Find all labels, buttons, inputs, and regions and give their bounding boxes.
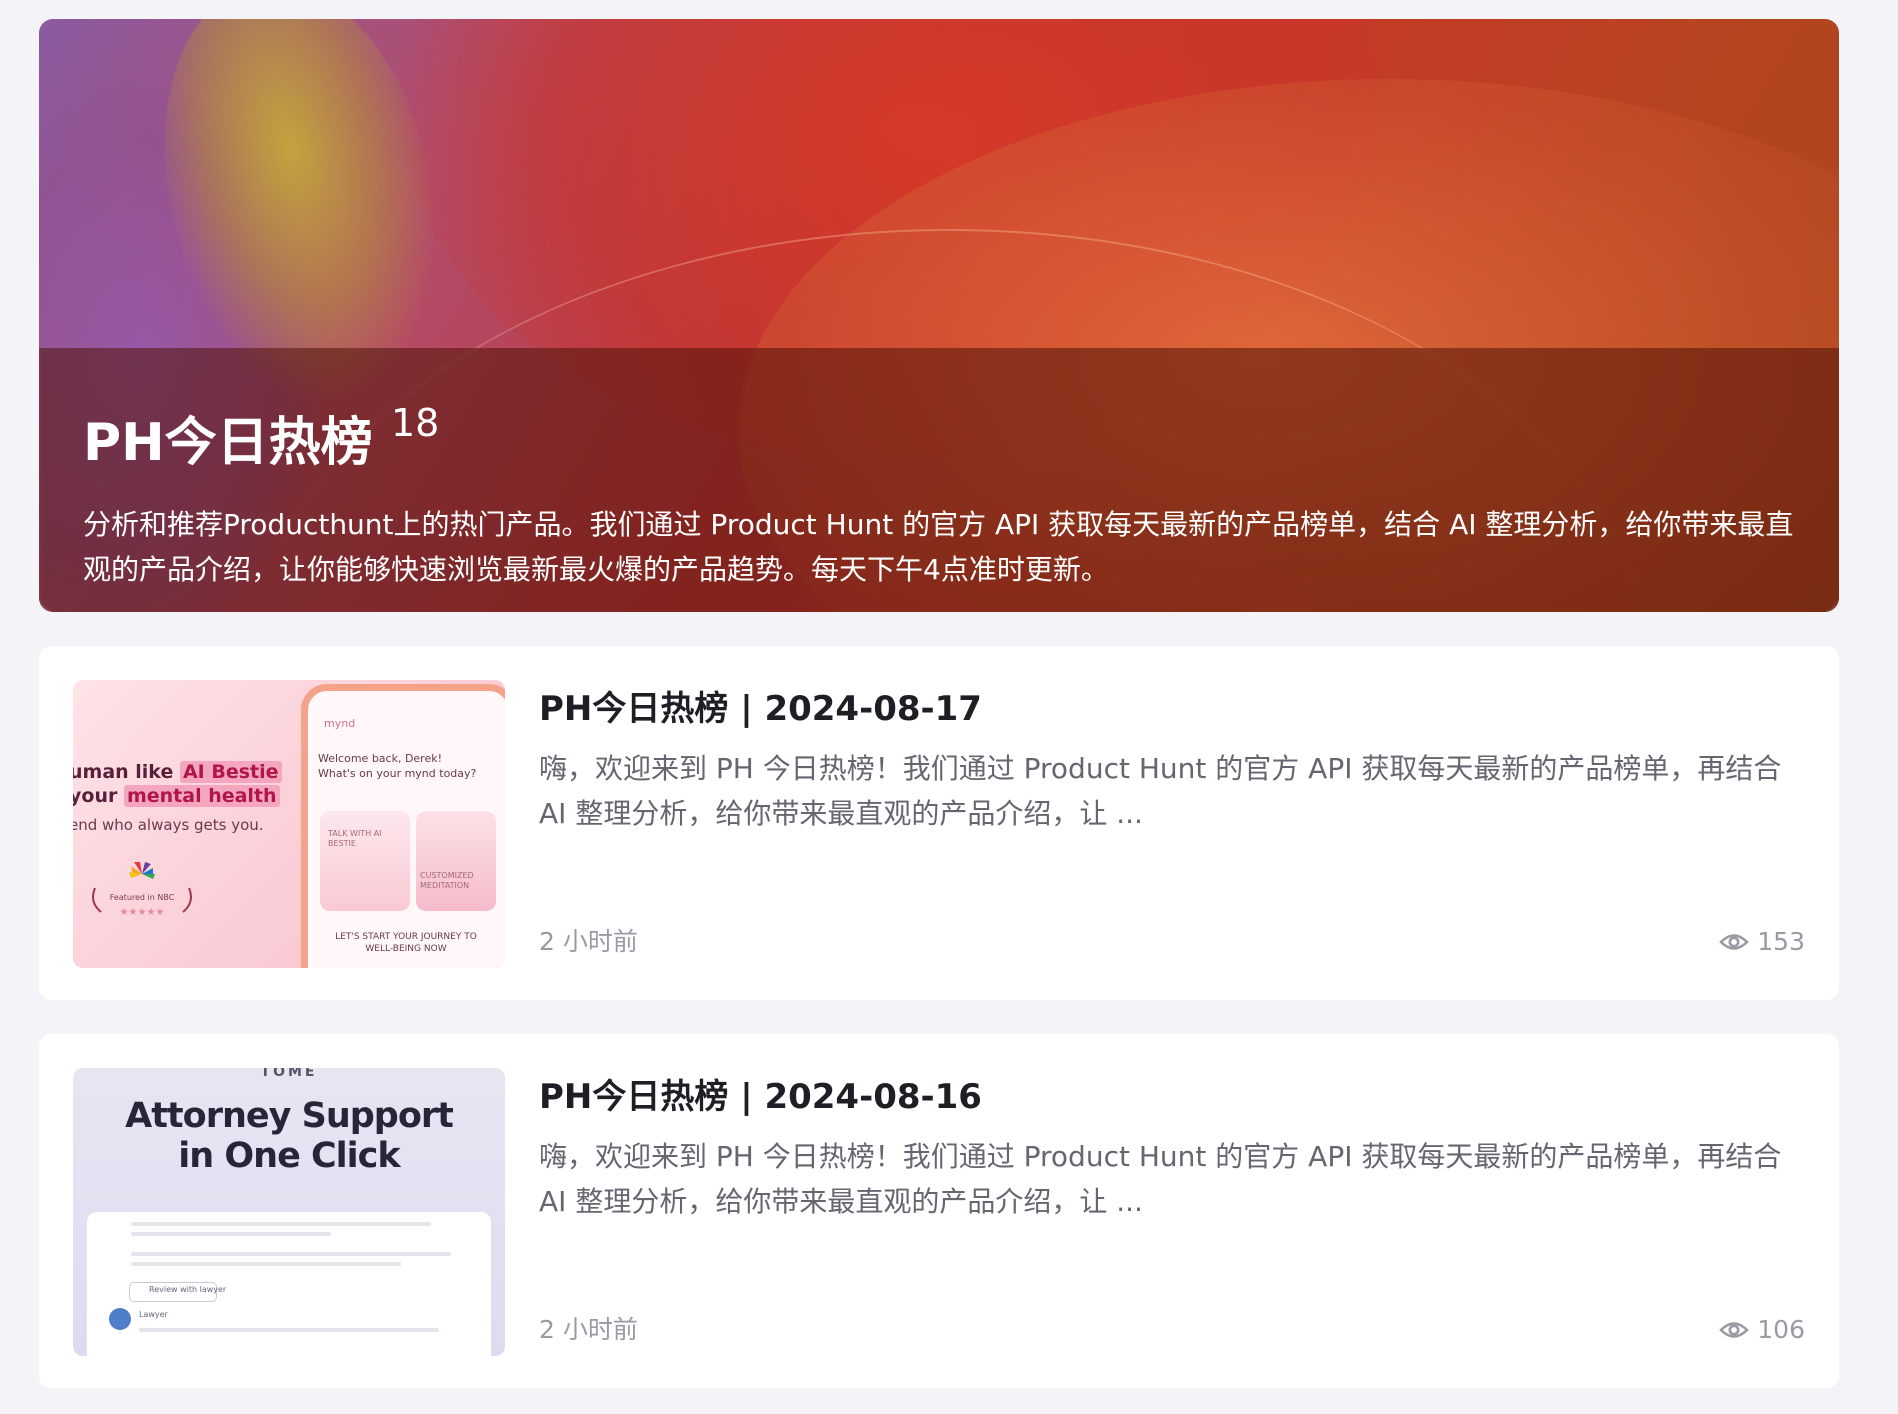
article-views: 153: [1719, 924, 1805, 960]
view-count: 153: [1757, 927, 1805, 956]
svg-text:Featured in NBC: Featured in NBC: [110, 893, 175, 902]
hero-description: 分析和推荐Producthunt上的热门产品。我们通过 Product Hunt…: [83, 508, 1794, 586]
article-thumbnail[interactable]: uman like AI Bestie your mental health e…: [73, 680, 505, 968]
article-views: 106: [1719, 1312, 1805, 1348]
article-thumbnail[interactable]: TOME Attorney Support in One Click Revie…: [73, 1068, 505, 1356]
article-excerpt: 嗨，欢迎来到 PH 今日热榜！我们通过 Product Hunt 的官方 API…: [539, 752, 1782, 830]
article-title[interactable]: PH今日热榜 | 2024-08-16: [539, 1072, 982, 1122]
thumb-headline: Attorney Support in One Click: [125, 1096, 454, 1176]
article-title[interactable]: PH今日热榜 | 2024-08-17: [539, 684, 982, 734]
hero-banner[interactable]: PH今日热榜 18 分析和推荐Producthunt上的热门产品。我们通过 Pr…: [39, 19, 1839, 612]
hero-article-count: 18: [391, 401, 440, 445]
hero-title: PH今日热榜: [83, 413, 373, 473]
article-timestamp: 2 小时前: [539, 927, 638, 956]
article-card[interactable]: TOME Attorney Support in One Click Revie…: [39, 1034, 1839, 1388]
nbc-badge-icon: Featured in NBC ★★★★★: [92, 862, 192, 918]
thumb-chat-panel: Review with lawyer Lawyer: [87, 1212, 491, 1356]
article-excerpt: 嗨，欢迎来到 PH 今日热榜！我们通过 Product Hunt 的官方 API…: [539, 1140, 1782, 1218]
eye-icon: [1719, 931, 1750, 953]
article-card[interactable]: uman like AI Bestie your mental health e…: [39, 646, 1839, 1000]
article-timestamp: 2 小时前: [539, 1315, 638, 1344]
eye-icon: [1719, 1319, 1750, 1341]
thumb-phone-mockup: mynd Welcome back, Derek! What's on your …: [301, 684, 505, 968]
thumb-brand: TOME: [260, 1068, 318, 1080]
thumb-subline: end who always gets you.: [73, 816, 264, 834]
thumb-headline: uman like AI Bestie your mental health: [73, 760, 282, 808]
svg-text:★★★★★: ★★★★★: [120, 907, 165, 918]
view-count: 106: [1757, 1315, 1805, 1344]
